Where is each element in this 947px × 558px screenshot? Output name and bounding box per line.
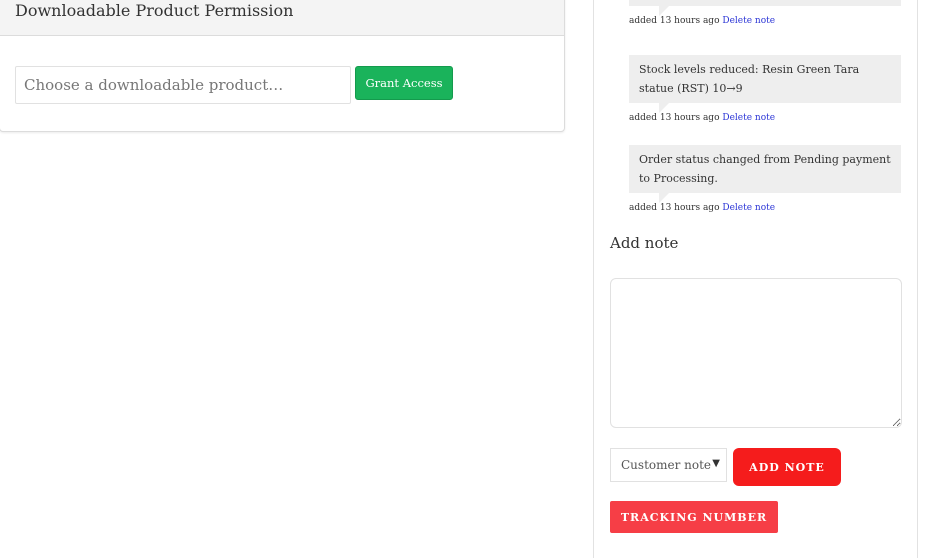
order-notes-sidebar: added 13 hours ago Delete note Stock lev… bbox=[593, 0, 918, 558]
panel-title: Downloadable Product Permission bbox=[0, 0, 564, 36]
dropdown-triangle-icon: ▼ bbox=[712, 458, 720, 469]
note-timestamp: added 13 hours ago bbox=[629, 16, 720, 26]
grant-access-button[interactable]: Grant Access bbox=[355, 66, 453, 100]
add-note-heading: Add note bbox=[610, 234, 679, 252]
note-item: Stock levels reduced: Resin Green Tara s… bbox=[629, 55, 901, 123]
panel-body: Grant Access bbox=[0, 36, 564, 130]
add-note-button[interactable]: ADD NOTE bbox=[733, 448, 841, 486]
note-timestamp: added 13 hours ago bbox=[629, 203, 720, 213]
note-textarea[interactable] bbox=[610, 278, 902, 428]
note-type-select[interactable]: Customer note ▼ bbox=[610, 448, 727, 482]
delete-note-link[interactable]: Delete note bbox=[722, 113, 775, 123]
tracking-number-button[interactable]: TRACKING NUMBER bbox=[610, 501, 778, 533]
note-meta: added 13 hours ago Delete note bbox=[629, 16, 901, 26]
delete-note-link[interactable]: Delete note bbox=[722, 203, 775, 213]
note-meta: added 13 hours ago Delete note bbox=[629, 113, 901, 123]
note-timestamp: added 13 hours ago bbox=[629, 113, 720, 123]
note-type-selected: Customer note bbox=[621, 458, 712, 472]
delete-note-link[interactable]: Delete note bbox=[722, 16, 775, 26]
note-bubble: Order status changed from Pending paymen… bbox=[629, 145, 901, 203]
note-item: added 13 hours ago Delete note bbox=[629, 0, 901, 26]
note-meta: added 13 hours ago Delete note bbox=[629, 203, 901, 213]
downloadable-permission-panel: Downloadable Product Permission Grant Ac… bbox=[0, 0, 565, 132]
note-bubble bbox=[629, 0, 901, 16]
note-item: Order status changed from Pending paymen… bbox=[629, 145, 901, 213]
product-search-input[interactable] bbox=[15, 66, 351, 104]
note-bubble: Stock levels reduced: Resin Green Tara s… bbox=[629, 55, 901, 113]
